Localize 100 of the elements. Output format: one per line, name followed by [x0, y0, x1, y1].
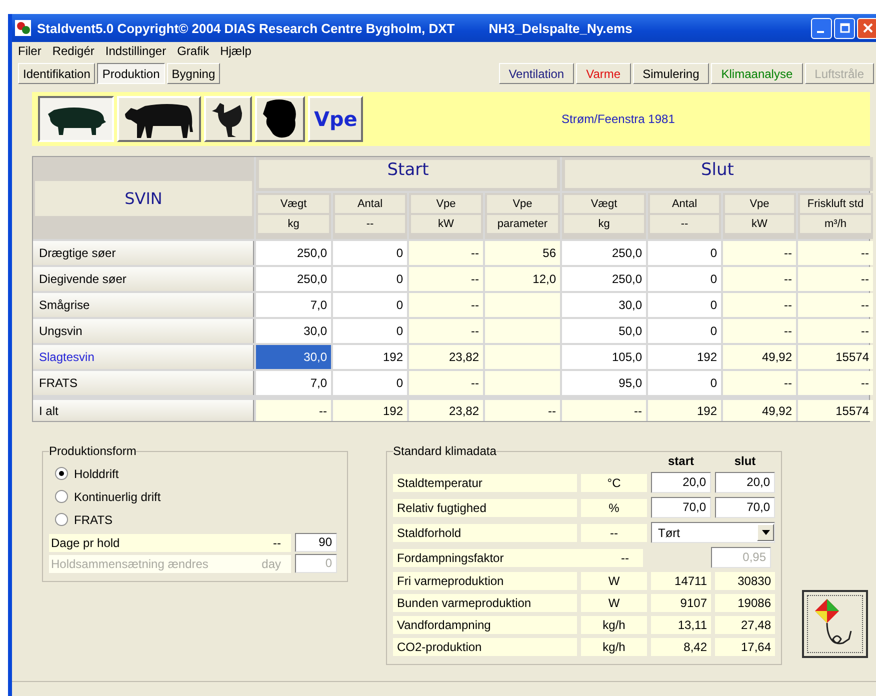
row-header[interactable]: Slagtesvin — [33, 345, 254, 369]
table-cell: 0 — [648, 241, 721, 265]
radio-option[interactable]: Holddrift — [49, 462, 337, 485]
table-cell: 7,0 — [256, 293, 331, 317]
table-cell: -- — [409, 293, 483, 317]
radio-option[interactable]: Kontinuerlig drift — [49, 485, 337, 508]
caret-icon — [762, 530, 770, 535]
table-cell: 50,0 — [562, 319, 646, 343]
cow-button[interactable] — [117, 96, 201, 142]
dropdown[interactable]: Tørt — [651, 522, 775, 543]
tab[interactable]: Produktion — [97, 63, 165, 84]
toolbar-button[interactable]: Simulering — [632, 63, 710, 84]
table-cell: 23,82 — [409, 345, 483, 369]
pig-button[interactable] — [38, 96, 114, 142]
column-unit: parameter — [487, 215, 558, 233]
table-cell: -- — [798, 267, 873, 291]
hen-button[interactable] — [204, 96, 252, 142]
column-header: SVIN — [35, 180, 252, 216]
table-cell: 0 — [333, 241, 407, 265]
table-cell: 250,0 — [562, 241, 646, 265]
input-field[interactable]: 20,0 — [715, 472, 775, 493]
toolbar-button[interactable]: Varme — [576, 63, 631, 84]
table-cell: 30,0 — [256, 319, 331, 343]
table-cell: 0 — [333, 293, 407, 317]
table-cell: -- — [409, 267, 483, 291]
unit-label: % — [581, 498, 647, 516]
row-header[interactable]: Ungsvin — [33, 319, 254, 343]
row-header[interactable]: Diegivende søer — [33, 267, 254, 291]
column-unit: kW — [725, 215, 794, 233]
tab[interactable]: Identifikation — [18, 63, 96, 84]
table-cell: -- — [723, 267, 796, 291]
menu-item[interactable]: Hjælp — [220, 44, 252, 58]
value-text: 13,11 — [651, 616, 711, 634]
column-header: Antal — [335, 195, 405, 213]
table-cell: -- — [723, 319, 796, 343]
table-cell: 49,92 — [723, 345, 796, 369]
row-header[interactable]: I alt — [33, 400, 254, 421]
table-cell: 192 — [333, 400, 407, 421]
table-cell: 0 — [333, 371, 407, 395]
column-header: Vpe — [487, 195, 558, 213]
table-cell: 7,0 — [256, 371, 331, 395]
table-cell: -- — [409, 371, 483, 395]
menu-item[interactable]: Redigér — [52, 44, 94, 58]
column-unit: m³/h — [800, 215, 871, 233]
input-field[interactable]: 70,0 — [715, 497, 775, 518]
column-unit: kW — [411, 215, 481, 233]
field-label: Dage pr hold -- — [49, 534, 291, 552]
kite-button[interactable] — [802, 590, 868, 658]
table-cell: -- — [256, 400, 331, 421]
vpe-button[interactable]: Vpe — [308, 96, 364, 142]
option-label: FRATS — [74, 512, 112, 526]
table-cell: 250,0 — [256, 267, 331, 291]
option-label: Holddrift — [74, 466, 119, 480]
input-field[interactable]: 20,0 — [651, 472, 711, 493]
input-field[interactable]: 90 — [295, 533, 337, 552]
menu-item[interactable]: Filer — [18, 44, 42, 58]
table-cell: 192 — [648, 345, 721, 369]
table-cell: 0 — [333, 267, 407, 291]
menu-item[interactable]: Grafik — [177, 44, 210, 58]
reference-text: Strøm/Feenstra 1981 — [560, 112, 676, 126]
value-text: 30830 — [715, 572, 775, 590]
window-title: Staldvent5.0 Copyright© 2004 DIAS Research Centre Bygholm, DXT — [37, 20, 455, 36]
file-name: NH3_Delspalte_Ny.ems — [488, 20, 632, 36]
app-icon — [15, 20, 31, 36]
unit-label: °C — [581, 474, 647, 492]
column-header: Vpe — [725, 195, 794, 213]
table-cell: -- — [409, 241, 483, 265]
field-label: Staldtemperatur — [393, 474, 577, 492]
minimize-button[interactable] — [811, 18, 832, 38]
table-cell: 15574 — [798, 400, 873, 421]
row-header[interactable]: Smågrise — [33, 293, 254, 317]
column-header: Antal — [650, 195, 719, 213]
input-field[interactable]: 70,0 — [651, 497, 711, 518]
table-cell: 0 — [648, 267, 721, 291]
toolbar-button[interactable]: Klimaanalyse — [711, 63, 803, 84]
table-cell: 192 — [333, 345, 407, 369]
close-button[interactable] — [857, 18, 876, 38]
turkey-button[interactable] — [255, 96, 305, 142]
value-text: 19086 — [715, 594, 775, 612]
table-cell: -- — [798, 371, 873, 395]
column-header: Friskluft std — [800, 195, 871, 213]
row-header[interactable]: FRATS — [33, 371, 254, 395]
value-text: 27,48 — [715, 616, 775, 634]
group-header: Start — [259, 160, 557, 188]
maximize-icon — [840, 23, 850, 33]
table-cell: 105,0 — [562, 345, 646, 369]
table-cell: -- — [562, 400, 646, 421]
row-header[interactable]: Drægtige søer — [33, 241, 254, 265]
menu-item[interactable]: Indstillinger — [105, 44, 166, 58]
value-text: 8,42 — [651, 638, 711, 656]
table-cell: 0 — [648, 319, 721, 343]
tab[interactable]: Bygning — [166, 63, 220, 84]
field-label: Relativ fugtighed — [393, 498, 577, 516]
field-label: Bunden varmeproduktion — [393, 594, 577, 612]
maximize-button[interactable] — [834, 18, 855, 38]
toolbar-button[interactable]: Ventilation — [498, 63, 574, 84]
group-header: Slut — [565, 160, 870, 188]
column-unit: -- — [650, 215, 719, 233]
radio-option[interactable]: FRATS — [49, 508, 337, 531]
column-unit: kg — [258, 215, 329, 233]
